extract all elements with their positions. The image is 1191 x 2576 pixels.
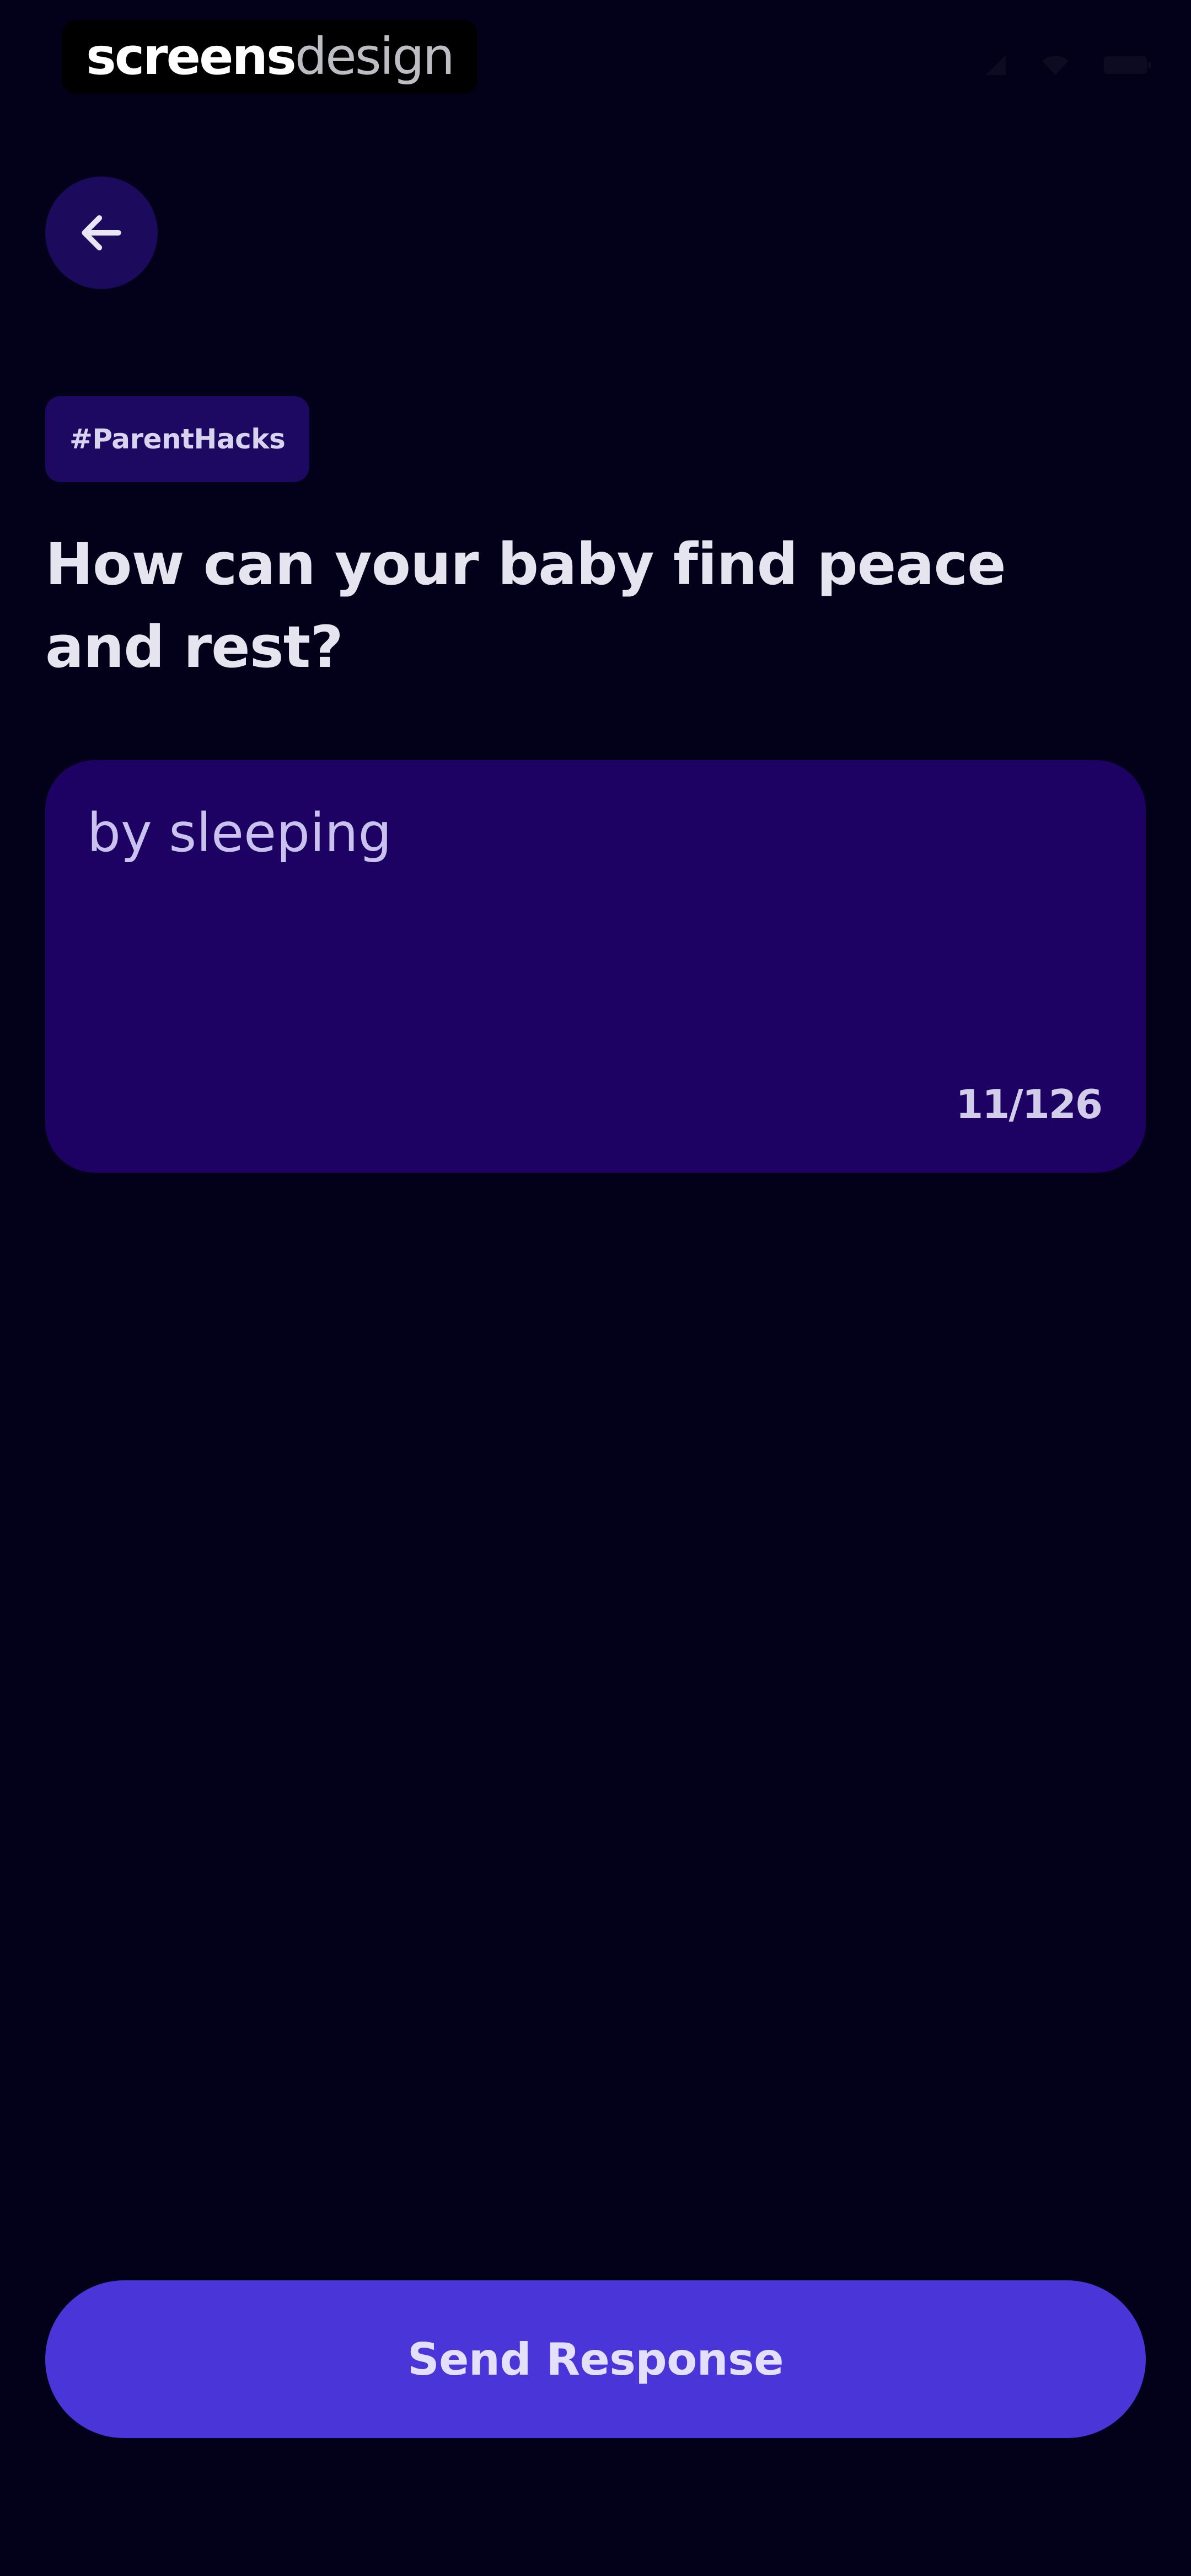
brand-strong: screens (86, 27, 297, 86)
back-button[interactable] (45, 177, 158, 289)
status-icons (984, 49, 1152, 82)
battery-icon (1104, 56, 1151, 74)
response-input[interactable]: by sleeping (87, 800, 1102, 1076)
send-response-button[interactable]: Send Response (45, 2280, 1146, 2438)
response-box: by sleeping 11/126 (45, 760, 1146, 1173)
brand-light: design (294, 27, 455, 86)
char-counter: 11/126 (956, 1081, 1103, 1127)
status-bar: screens design (0, 0, 1191, 110)
brand-watermark: screens design (62, 20, 478, 94)
question-title: How can your baby find peace and rest? (45, 531, 1006, 681)
arrow-left-icon (82, 215, 121, 250)
signal-icon (986, 55, 1006, 75)
hashtag-chip[interactable]: #ParentHacks (45, 396, 310, 482)
wifi-icon (1042, 56, 1069, 75)
